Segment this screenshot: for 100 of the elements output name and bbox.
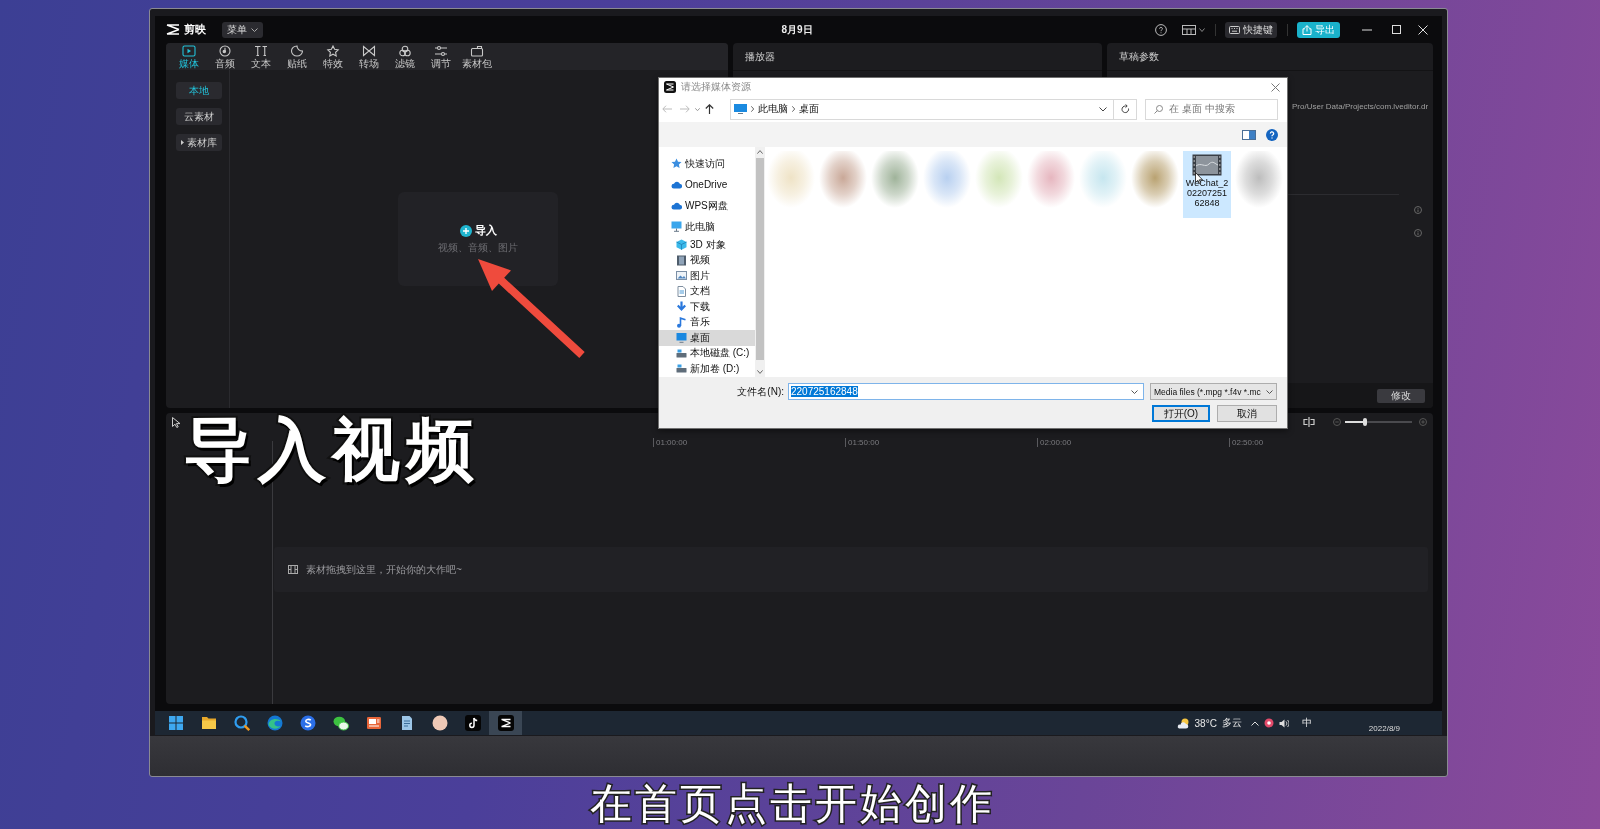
presentation-icon bbox=[365, 715, 382, 731]
drop-hint: 素材拖拽到这里，开始你的大作吧~ bbox=[306, 562, 462, 577]
input-method-indicator[interactable]: 中 bbox=[1301, 716, 1312, 730]
import-hint: 视频、音频、图片 bbox=[438, 241, 518, 255]
breadcrumb-item[interactable]: 桌面 bbox=[799, 102, 819, 116]
toolbar-tab[interactable]: 滤镜 bbox=[387, 43, 423, 70]
computer-icon bbox=[734, 104, 747, 114]
time-label: 01:00:00 bbox=[653, 438, 688, 447]
caret-down-icon[interactable] bbox=[1199, 27, 1205, 32]
speaker-icon[interactable] bbox=[1278, 718, 1289, 728]
search-field[interactable]: 在 桌面 中搜索 bbox=[1145, 98, 1278, 120]
refresh-button[interactable] bbox=[1114, 98, 1137, 120]
time-label: 02:50:00 bbox=[1229, 438, 1264, 447]
track-drop-zone[interactable]: 素材拖拽到这里，开始你的大作吧~ bbox=[274, 547, 1428, 592]
nav-item[interactable]: 3D 对象 bbox=[659, 237, 755, 253]
nav-item[interactable]: WPS网盘 bbox=[659, 195, 755, 216]
app-logo-icon bbox=[166, 24, 180, 35]
maximize-icon[interactable] bbox=[1392, 25, 1401, 34]
nav-item[interactable]: 视频 bbox=[659, 252, 755, 268]
pointer-icon[interactable] bbox=[172, 416, 181, 428]
split-icon[interactable] bbox=[1303, 417, 1315, 427]
panel-title: 草稿参数 bbox=[1119, 49, 1159, 64]
toolbar-tab[interactable]: 转场 bbox=[351, 43, 387, 70]
scroll-down-icon bbox=[757, 370, 763, 374]
app-icon bbox=[664, 81, 676, 93]
menu-dropdown[interactable]: 菜单 bbox=[222, 21, 263, 38]
scrollbar-thumb[interactable] bbox=[756, 158, 764, 360]
nav-item[interactable]: 图片 bbox=[659, 268, 755, 284]
picture-icon bbox=[676, 270, 687, 282]
info-icon[interactable] bbox=[1414, 229, 1422, 237]
subtitle-text: 在首页点击开始创作 bbox=[590, 782, 995, 826]
sidebar-item[interactable]: 素材库 bbox=[176, 134, 222, 151]
import-label: 导入 bbox=[474, 223, 497, 238]
nav-item[interactable]: 此电脑 bbox=[659, 216, 755, 237]
toolbar-tab[interactable]: 调节 bbox=[423, 43, 459, 70]
file-name-label: 文件名(N): bbox=[736, 384, 784, 399]
breadcrumb-item[interactable]: 此电脑 bbox=[758, 102, 788, 116]
play-screen-icon bbox=[182, 44, 196, 57]
up-arrow-icon[interactable] bbox=[705, 104, 714, 114]
info-icon[interactable] bbox=[1414, 206, 1422, 214]
chevron-up-icon[interactable] bbox=[1250, 720, 1259, 726]
address-bar[interactable]: 此电脑 桌面 bbox=[730, 98, 1114, 120]
file-type-dropdown[interactable]: Media files (*.mpg *.f4v *.mc bbox=[1150, 383, 1277, 400]
time-label: 02:00:00 bbox=[1037, 438, 1072, 447]
selected-text: 220725162848 bbox=[791, 386, 858, 397]
nav-item[interactable]: OneDrive bbox=[659, 174, 755, 195]
cloud-sun-icon bbox=[1175, 717, 1190, 729]
toolbar-tab[interactable]: 贴纸 bbox=[279, 43, 315, 70]
toolbar-tab[interactable]: 音频 bbox=[207, 43, 243, 70]
scroll-up-icon bbox=[757, 150, 763, 154]
dialog-button[interactable]: 打开(O) bbox=[1152, 405, 1210, 422]
layout-icon[interactable] bbox=[1182, 24, 1196, 35]
keyboard-icon bbox=[1229, 25, 1240, 34]
toolbar-tab[interactable]: 媒体 bbox=[171, 43, 207, 70]
clock-date[interactable]: 2022/8/9 bbox=[1368, 724, 1400, 734]
film-icon bbox=[288, 565, 298, 574]
text-icon bbox=[254, 44, 268, 57]
nav-item[interactable]: 下载 bbox=[659, 299, 755, 315]
disk-drive-icon bbox=[676, 363, 687, 375]
cloud-icon bbox=[671, 179, 682, 190]
preview-pane-icon[interactable] bbox=[1242, 129, 1256, 140]
shortcut-button[interactable]: 快捷键 bbox=[1225, 21, 1277, 38]
app-logo-icon bbox=[497, 715, 514, 731]
film-icon bbox=[676, 254, 687, 266]
plus-icon bbox=[459, 224, 472, 237]
circle-badge-icon[interactable] bbox=[1263, 718, 1274, 728]
minimize-icon[interactable] bbox=[1362, 28, 1372, 31]
sidebar-item[interactable]: 本地 bbox=[176, 82, 222, 99]
video-file-icon bbox=[1192, 154, 1222, 176]
edit-button[interactable]: 修改 bbox=[1377, 388, 1425, 403]
date-label: 8月9日 bbox=[781, 22, 813, 37]
document-icon bbox=[676, 285, 687, 297]
help-icon[interactable] bbox=[1155, 23, 1167, 36]
slider-thumb[interactable] bbox=[1363, 418, 1368, 426]
toolbar-tab[interactable]: 特效 bbox=[315, 43, 351, 70]
nav-item[interactable]: 音乐 bbox=[659, 314, 755, 330]
help-icon[interactable] bbox=[1266, 128, 1278, 141]
nav-item[interactable]: 文档 bbox=[659, 283, 755, 299]
disk-drive-icon bbox=[676, 347, 687, 359]
toolbar-tab[interactable]: 文本 bbox=[243, 43, 279, 70]
nav-item[interactable]: 本地磁盘 (C:) bbox=[659, 345, 755, 361]
toolbar-tab[interactable]: 素材包 bbox=[459, 43, 495, 70]
s-badge-icon bbox=[299, 715, 316, 731]
nav-item[interactable]: 新加卷 (D:) bbox=[659, 361, 755, 377]
caret-down-icon[interactable] bbox=[1099, 106, 1107, 112]
import-card[interactable]: 导入 视频、音频、图片 bbox=[398, 192, 558, 286]
sidebar-item[interactable]: 云素材 bbox=[176, 108, 222, 125]
dialog-button[interactable]: 取消 bbox=[1217, 405, 1277, 422]
star-icon bbox=[671, 158, 682, 169]
cloud-icon bbox=[671, 200, 682, 211]
chevron-right-icon bbox=[792, 106, 795, 112]
nav-item[interactable]: 桌面 bbox=[659, 330, 755, 346]
file-name-field[interactable]: 220725162848 bbox=[788, 383, 1144, 400]
caret-down-icon[interactable] bbox=[1131, 389, 1138, 394]
nav-item[interactable]: 快速访问 bbox=[659, 153, 755, 174]
music-note-icon bbox=[464, 715, 481, 731]
time-label: 01:50:00 bbox=[845, 438, 880, 447]
taskbar-button[interactable] bbox=[489, 711, 522, 735]
file-item[interactable]: WeChat_20220725162848 bbox=[1183, 151, 1231, 218]
close-icon[interactable] bbox=[1418, 24, 1428, 35]
